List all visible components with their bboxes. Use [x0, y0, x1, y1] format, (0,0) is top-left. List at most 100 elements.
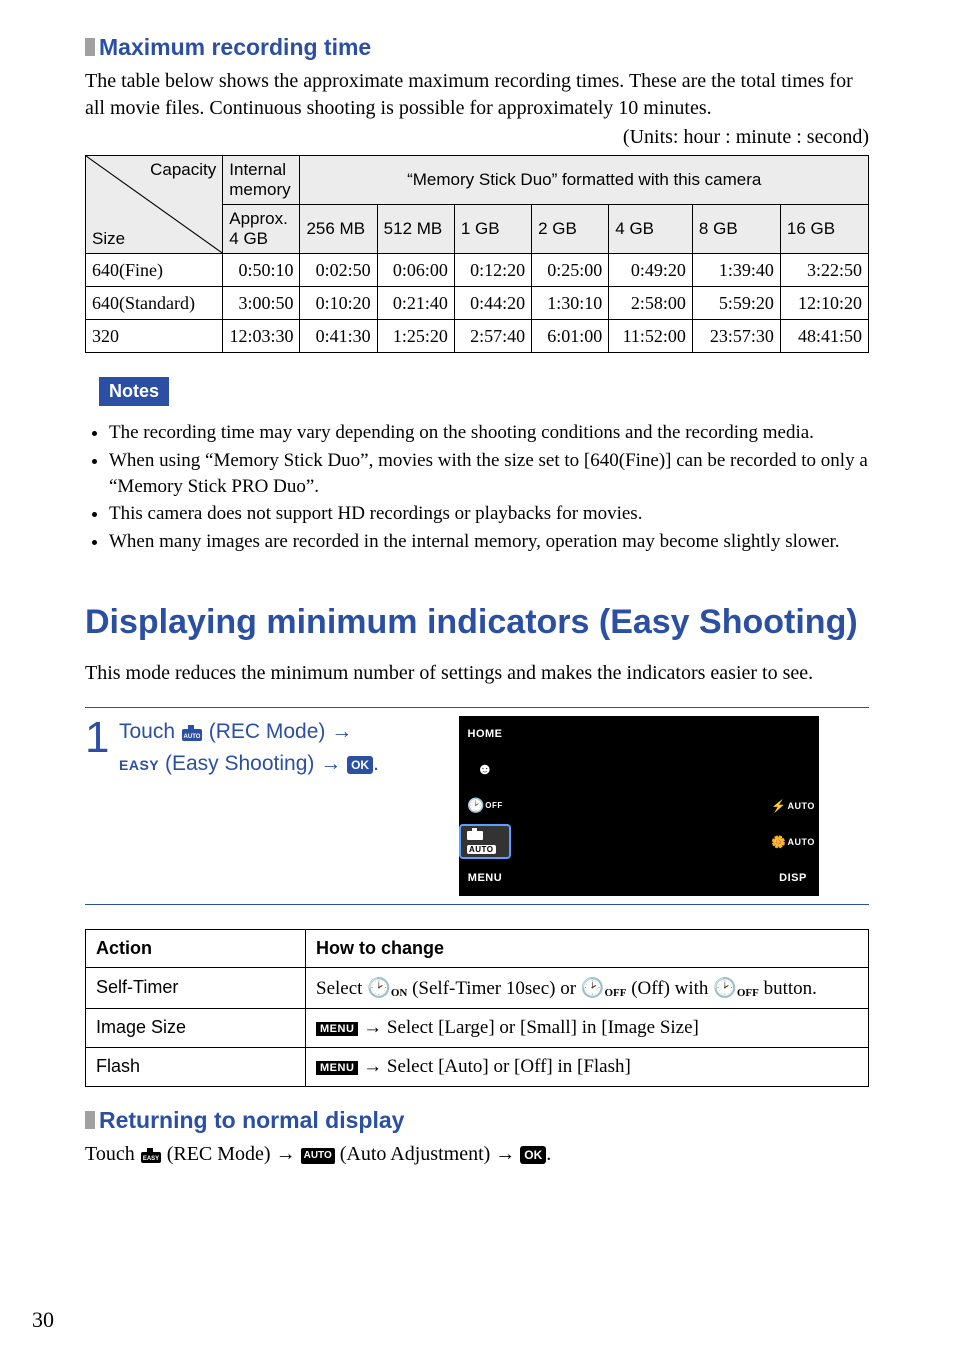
row-label: 640(Standard)	[86, 287, 223, 320]
lcd-selftimer-off-icon[interactable]: 🕑OFF	[459, 788, 511, 824]
list-item: This camera does not support HD recordin…	[109, 501, 869, 527]
units-line: (Units: hour : minute : second)	[85, 126, 869, 149]
lcd-smile-icon[interactable]: ☻	[459, 752, 511, 788]
list-item: When many images are recorded in the int…	[109, 529, 869, 555]
lcd-menu-button[interactable]: MENU	[459, 860, 511, 896]
ok-chip-icon: OK	[520, 1146, 546, 1164]
lcd-flash-auto-icon[interactable]: AUTO	[767, 788, 819, 824]
cell: 0:50:10	[223, 254, 300, 287]
table-row: 640(Standard) 3:00:50 0:10:20 0:21:40 0:…	[86, 287, 869, 320]
auto-chip-icon: AUTO	[301, 1148, 335, 1164]
cell: 0:12:20	[454, 254, 531, 287]
cell: 0:25:00	[532, 254, 609, 287]
cell: 5:59:20	[692, 287, 780, 320]
capacity-label: Capacity	[150, 160, 216, 180]
diagonal-header-cell: Capacity Size	[86, 156, 223, 254]
easy-label: EASY	[119, 757, 159, 773]
camera-auto-icon: AUTO	[181, 722, 203, 750]
svg-text:EASY: EASY	[143, 1156, 159, 1162]
how-to-change: Select 🕑ON (Self-Timer 10sec) or 🕑OFF (O…	[306, 967, 869, 1008]
lcd-preview: HOME ☻ 🕑OFF AUTO MENU AUTO AUTO DISP	[459, 716, 819, 896]
cell: 0:49:20	[609, 254, 693, 287]
cell: 3:00:50	[223, 287, 300, 320]
cell: 12:10:20	[780, 287, 868, 320]
heading-max-recording-time: Maximum recording time	[85, 34, 869, 60]
page-number: 30	[32, 1307, 54, 1333]
action-label: Self-Timer	[86, 967, 306, 1008]
easy-intro: This mode reduces the minimum number of …	[85, 660, 869, 687]
cell: 48:41:50	[780, 320, 868, 353]
menu-chip-icon: MENU	[316, 1061, 358, 1075]
cell: 1:39:40	[692, 254, 780, 287]
cell: 0:06:00	[377, 254, 454, 287]
step-text: Touch	[119, 720, 181, 743]
cell: 3:22:50	[780, 254, 868, 287]
recording-time-table: Capacity Size Internal memory “Memory St…	[85, 155, 869, 353]
cell: 11:52:00	[609, 320, 693, 353]
heading-text: Returning to normal display	[99, 1107, 404, 1133]
cap-col: 512 MB	[377, 205, 454, 254]
how-to-change: MENU → Select [Large] or [Small] in [Ima…	[306, 1008, 869, 1047]
table-row: Flash MENU → Select [Auto] or [Off] in […	[86, 1047, 869, 1086]
action-label: Image Size	[86, 1008, 306, 1047]
heading-bar-icon	[85, 1111, 95, 1129]
step-text: .	[373, 752, 379, 775]
memstick-header: “Memory Stick Duo” formatted with this c…	[300, 156, 869, 205]
cap-col: 256 MB	[300, 205, 377, 254]
step-text: (REC Mode)	[209, 720, 332, 743]
arrow-icon: →	[331, 720, 352, 743]
cell: 0:41:30	[300, 320, 377, 353]
menu-chip-icon: MENU	[316, 1022, 358, 1036]
lcd-disp-button[interactable]: DISP	[767, 860, 819, 896]
camera-easy-icon: EASY	[140, 1145, 162, 1172]
lcd-rec-mode-selected[interactable]: AUTO	[459, 824, 511, 860]
lcd-home-button[interactable]: HOME	[459, 716, 511, 752]
heading-easy-shooting: Displaying minimum indicators (Easy Shoo…	[85, 603, 869, 642]
cell: 12:03:30	[223, 320, 300, 353]
selftimer-icon: 🕑	[713, 978, 737, 999]
cell: 1:30:10	[532, 287, 609, 320]
table-row: Self-Timer Select 🕑ON (Self-Timer 10sec)…	[86, 967, 869, 1008]
internal-memory-header: Internal memory	[223, 156, 300, 205]
cell: 2:58:00	[609, 287, 693, 320]
row-label: 640(Fine)	[86, 254, 223, 287]
cell: 1:25:20	[377, 320, 454, 353]
svg-text:AUTO: AUTO	[183, 734, 200, 740]
ok-chip-icon: OK	[347, 756, 373, 774]
step-1: 1 Touch AUTO (REC Mode) → EASY (Easy Sho…	[85, 707, 869, 905]
list-item: The recording time may vary depending on…	[109, 420, 869, 446]
cell: 0:10:20	[300, 287, 377, 320]
list-item: When using “Memory Stick Duo”, movies wi…	[109, 448, 869, 499]
notes-chip: Notes	[99, 377, 169, 406]
notes-list: The recording time may vary depending on…	[85, 420, 869, 554]
selftimer-icon: 🕑	[581, 978, 605, 999]
actions-table: Action How to change Self-Timer Select 🕑…	[85, 929, 869, 1087]
cell: 0:21:40	[377, 287, 454, 320]
step-text: (Easy Shooting)	[165, 752, 320, 775]
table-row: 320 12:03:30 0:41:30 1:25:20 2:57:40 6:0…	[86, 320, 869, 353]
arrow-icon: →	[320, 752, 341, 775]
col-header: Action	[86, 929, 306, 967]
cell: 6:01:00	[532, 320, 609, 353]
lcd-macro-auto-icon[interactable]: AUTO	[767, 824, 819, 860]
cell: 0:44:20	[454, 287, 531, 320]
step-number: 1	[85, 716, 113, 760]
cap-col: 1 GB	[454, 205, 531, 254]
size-label: Size	[92, 229, 125, 249]
cap-col: 4 GB	[609, 205, 693, 254]
step-instruction: Touch AUTO (REC Mode) → EASY (Easy Shoot…	[119, 716, 459, 779]
row-label: 320	[86, 320, 223, 353]
selftimer-icon: 🕑	[367, 978, 391, 999]
table-row: Image Size MENU → Select [Large] or [Sma…	[86, 1008, 869, 1047]
cell: 23:57:30	[692, 320, 780, 353]
internal-sub-header: Approx. 4 GB	[223, 205, 300, 254]
cell: 0:02:50	[300, 254, 377, 287]
cap-col: 16 GB	[780, 205, 868, 254]
col-header: How to change	[306, 929, 869, 967]
action-label: Flash	[86, 1047, 306, 1086]
intro-paragraph: The table below shows the approximate ma…	[85, 68, 869, 122]
heading-text: Maximum recording time	[99, 34, 371, 60]
cell: 2:57:40	[454, 320, 531, 353]
cap-col: 2 GB	[532, 205, 609, 254]
cap-col: 8 GB	[692, 205, 780, 254]
